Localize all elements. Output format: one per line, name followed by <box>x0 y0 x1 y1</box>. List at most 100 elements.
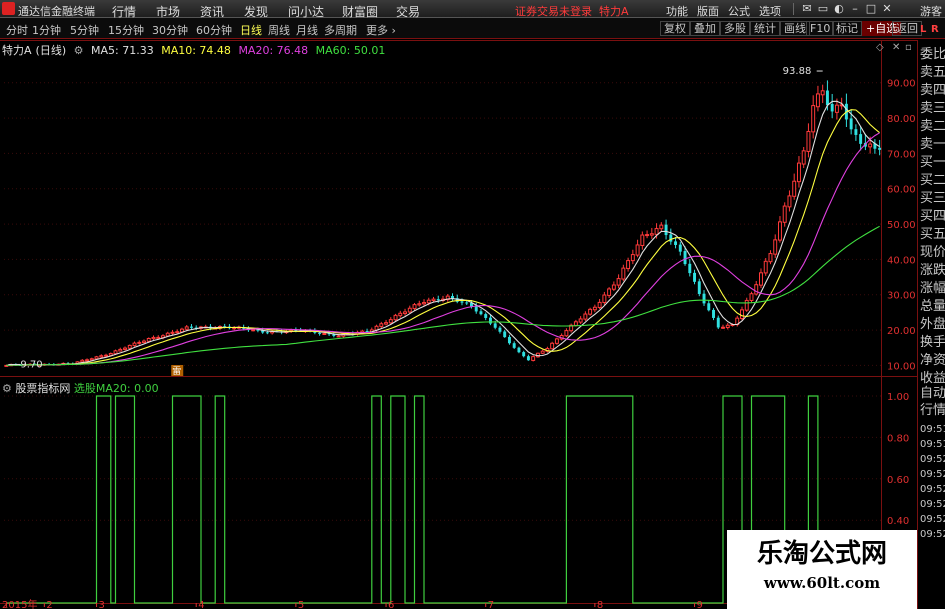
quote-label-volume: 总量 <box>920 299 945 314</box>
quote-label-change-pct: 涨幅 <box>920 281 945 296</box>
candle-up <box>175 331 180 334</box>
multistock-button[interactable]: 多股 <box>720 21 750 36</box>
candle-up <box>184 326 189 330</box>
tick-time: 09:52 <box>920 484 945 495</box>
user-label[interactable]: 游客 <box>920 3 942 19</box>
period-weekly[interactable]: 周线 <box>268 22 290 38</box>
quote-label-buy4: 买四 <box>920 209 945 224</box>
adjust-button[interactable]: 复权 <box>660 21 690 36</box>
kline-chart[interactable]: 10.00 20.00 30.00 40.00 50.00 60.00 70.00 80.00… <box>0 40 917 609</box>
quote-label-sell3: 卖三 <box>920 101 945 116</box>
indicator-name[interactable]: 股票指标网 <box>15 382 70 395</box>
quote-label-sell5: 卖五 <box>920 65 945 80</box>
minimize-icon[interactable]: – <box>848 2 862 15</box>
period-more[interactable]: 更多 › <box>366 22 396 38</box>
candle-up <box>583 313 588 320</box>
tick-time: 09:52 <box>920 454 945 465</box>
candle-up <box>834 104 839 113</box>
ma-line-ma10 <box>6 109 880 366</box>
f10-button[interactable]: F10 <box>806 21 835 36</box>
mark-button[interactable]: 标记 <box>832 21 862 36</box>
period-1min[interactable]: 1分钟 <box>32 22 61 38</box>
menu-gongneng[interactable]: 功能 <box>666 3 688 19</box>
price-tick-label: 50.00 <box>887 220 916 231</box>
candle-down <box>859 134 863 144</box>
date-tick-label: 9 <box>697 600 703 609</box>
candle-down <box>517 347 521 353</box>
candle-up <box>815 93 820 108</box>
auto-refresh-label[interactable]: 自动 <box>920 385 945 403</box>
candle-down <box>465 302 469 304</box>
trade-login-warning[interactable]: 证券交易未登录 特力A <box>515 3 629 19</box>
candle-down <box>683 251 687 265</box>
menu-xuanxiang[interactable]: 选项 <box>759 3 781 19</box>
quote-label-sell4: 卖四 <box>920 83 945 98</box>
restore-icon[interactable]: □ <box>864 2 878 15</box>
candle-up <box>749 293 754 301</box>
period-60min[interactable]: 60分钟 <box>196 22 232 38</box>
candle-up <box>796 162 801 183</box>
period-5min[interactable]: 5分钟 <box>70 22 99 38</box>
period-daily[interactable]: 日线 <box>240 22 262 38</box>
price-tick-label: 10.00 <box>887 361 916 372</box>
indicator-gear-icon[interactable]: ⚙ <box>2 382 12 395</box>
candle-up <box>426 299 431 304</box>
candle-up <box>322 333 327 336</box>
period-30min[interactable]: 30分钟 <box>152 22 188 38</box>
price-axis: 10.00 20.00 30.00 40.00 50.00 60.00 70.00 80.00… <box>887 79 916 373</box>
main-panel-close-icon[interactable]: ✕ <box>892 42 900 53</box>
main-panel-maximize-icon[interactable]: ▫ <box>905 42 912 53</box>
mail-icon[interactable]: ▭ <box>816 2 830 15</box>
candle-down <box>854 129 858 135</box>
main-panel-diamond-icon[interactable]: ◇ <box>876 42 884 53</box>
back-button[interactable]: 返回 <box>892 21 922 36</box>
candle-down <box>436 299 440 301</box>
date-tick-label: 4 <box>198 600 204 609</box>
menu-banmian[interactable]: 版面 <box>697 3 719 19</box>
candle-up <box>592 306 597 311</box>
chevron-right-icon: › <box>391 24 396 37</box>
candle-down <box>498 327 502 332</box>
candle-up <box>811 105 816 133</box>
quote-label-change: 涨跌 <box>920 263 945 278</box>
candle-down <box>678 244 682 252</box>
quote-label-sell2: 卖二 <box>920 119 945 134</box>
quote-label-buy5: 买五 <box>920 227 945 242</box>
indicator-value: 选股MA20: 0.00 <box>73 382 159 395</box>
period-15min[interactable]: 15分钟 <box>108 22 144 38</box>
candle-down <box>712 309 715 318</box>
price-tick-label: 30.00 <box>887 291 916 302</box>
candle-up <box>422 302 426 305</box>
candle-down <box>825 90 829 106</box>
high-price-label: 93.88 <box>783 66 812 77</box>
menu-gongshi[interactable]: 公式 <box>728 3 750 19</box>
period-toolbar: 分时 1分钟 5分钟 15分钟 30分钟 60分钟 日线 周线 月线 多周期 更… <box>0 18 945 39</box>
candle-up <box>659 224 664 230</box>
candle-up <box>99 355 104 358</box>
candle-up <box>777 221 782 241</box>
candle-up <box>531 356 536 361</box>
overlay-button[interactable]: 叠加 <box>690 21 720 36</box>
candle-up <box>554 338 559 344</box>
period-multi[interactable]: 多周期 <box>324 22 357 38</box>
title-bar: 通达信金融终端 行情 市场 资讯 发现 问小达 财富圈 交易 证券交易未登录 特… <box>0 0 945 19</box>
date-tick-label: 6 <box>388 600 394 609</box>
message-icon[interactable]: ✉ <box>800 2 814 15</box>
period-timeshare[interactable]: 分时 <box>6 22 28 38</box>
tick-time: 09:52 <box>920 469 945 480</box>
quote-tab-label[interactable]: 行情 <box>920 402 945 420</box>
app-logo-icon <box>2 2 15 15</box>
candle-up <box>94 356 99 360</box>
candle-up <box>649 233 654 236</box>
quote-label-outer: 外盘 <box>920 317 945 332</box>
candle-up <box>744 299 749 311</box>
candle-up <box>868 143 873 148</box>
stats-button[interactable]: 统计 <box>750 21 780 36</box>
candle-down <box>365 330 369 332</box>
settings-gear-icon[interactable]: ⚙ <box>74 44 84 57</box>
period-monthly[interactable]: 月线 <box>296 22 318 38</box>
candle-up <box>782 205 787 223</box>
close-icon[interactable]: ✕ <box>880 2 894 15</box>
skin-icon[interactable]: ◐ <box>832 2 846 15</box>
candle-up <box>588 308 593 315</box>
